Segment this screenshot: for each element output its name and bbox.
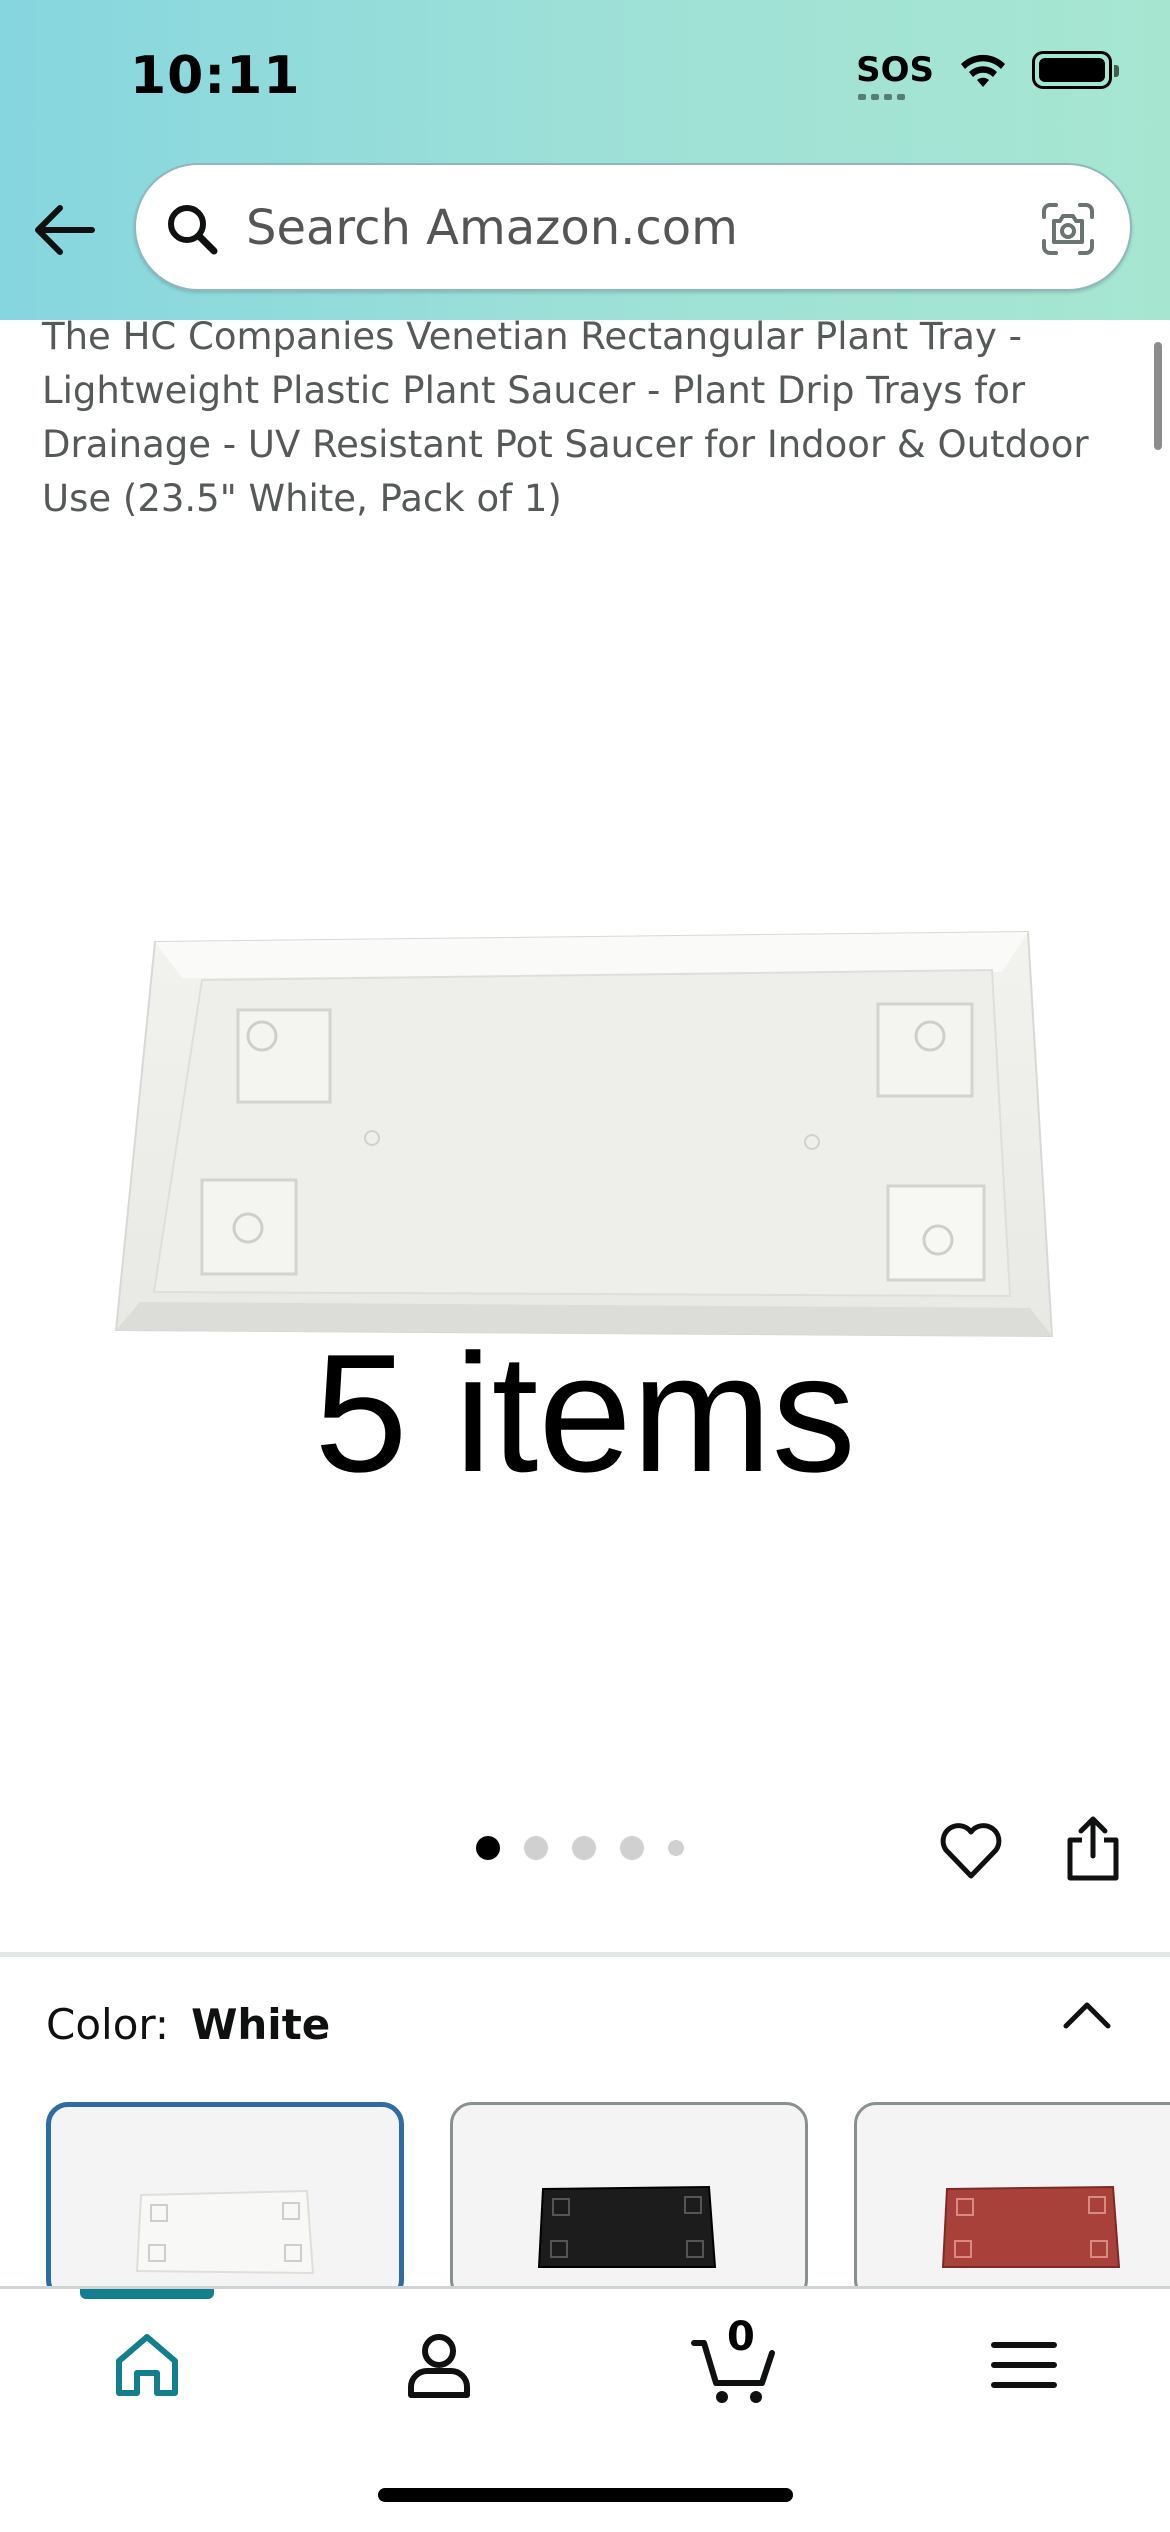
- color-selector-label: Color: White: [46, 2000, 330, 2049]
- chevron-up-icon[interactable]: [1058, 1994, 1116, 2034]
- color-swatch-terracotta[interactable]: [854, 2102, 1170, 2302]
- menu-icon[interactable]: [984, 2325, 1064, 2405]
- carousel-dot[interactable]: [524, 1836, 548, 1860]
- color-label: Color:: [46, 2000, 170, 2049]
- image-carousel-dots[interactable]: [476, 1836, 684, 1860]
- scroll-indicator: [1154, 342, 1162, 450]
- sos-label: SOS: [856, 50, 934, 90]
- search-input[interactable]: [246, 193, 1006, 263]
- product-title: The HC Companies Venetian Rectangular Pl…: [42, 315, 1089, 520]
- search-bar[interactable]: [134, 163, 1132, 291]
- swatch-image: [537, 2185, 717, 2268]
- items-count-overlay: 5 items: [314, 1319, 856, 1507]
- status-time: 10:11: [130, 46, 301, 106]
- share-icon[interactable]: [1062, 1814, 1124, 1884]
- sos-indicator: SOS: [856, 50, 934, 100]
- cart-count-badge: 0: [727, 2314, 755, 2360]
- header: 10:11 SOS: [0, 0, 1170, 320]
- home-icon[interactable]: [107, 2325, 187, 2405]
- search-icon: [168, 205, 218, 255]
- carousel-dot[interactable]: [620, 1836, 644, 1860]
- product-image[interactable]: [110, 920, 1060, 1340]
- wifi-icon: [961, 54, 1005, 87]
- color-swatch-black[interactable]: [450, 2102, 808, 2302]
- swatch-image: [135, 2189, 315, 2275]
- camera-scan-icon[interactable]: [1038, 199, 1098, 259]
- carousel-dot[interactable]: [572, 1836, 596, 1860]
- back-arrow-icon[interactable]: [30, 195, 100, 265]
- carousel-dot[interactable]: [476, 1836, 500, 1860]
- color-value: White: [191, 2000, 331, 2049]
- section-divider: [0, 1952, 1170, 1957]
- active-tab-indicator: [80, 2289, 214, 2299]
- heart-icon[interactable]: [938, 1818, 1004, 1884]
- account-icon[interactable]: [399, 2325, 479, 2405]
- home-indicator[interactable]: [378, 2488, 793, 2502]
- swatch-image: [941, 2185, 1121, 2268]
- battery-icon: [1032, 51, 1119, 89]
- carousel-dot[interactable]: [668, 1840, 684, 1856]
- color-swatch-white[interactable]: [46, 2102, 404, 2302]
- status-icons: SOS: [856, 50, 1119, 100]
